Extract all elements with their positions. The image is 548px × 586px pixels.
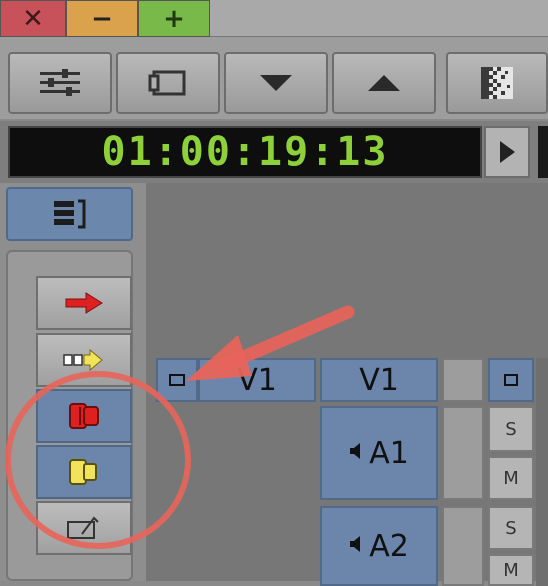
mute-button-a1[interactable]: M xyxy=(488,456,534,500)
yellow-segment-icon xyxy=(69,459,97,485)
minimize-window-button[interactable]: − xyxy=(66,0,138,37)
sliders-button[interactable] xyxy=(8,52,112,114)
solo-button-a2[interactable]: S xyxy=(488,506,534,550)
segment-frame-icon xyxy=(67,516,99,539)
record-track-a1[interactable]: A1 xyxy=(320,406,438,500)
close-window-button[interactable]: ✕ xyxy=(0,0,66,37)
monitor-icon xyxy=(169,374,185,386)
lock-column-v1[interactable] xyxy=(442,358,484,402)
source-monitor-toggle[interactable] xyxy=(156,358,198,402)
red-arrow-icon xyxy=(65,292,103,314)
mute-button-a2[interactable]: M xyxy=(488,554,534,586)
sliders-icon xyxy=(40,69,80,96)
source-track-v1[interactable]: V1 xyxy=(198,358,316,402)
bin-list-icon xyxy=(53,199,85,229)
timecode-display[interactable]: 01:00:19:13 xyxy=(8,126,482,178)
overwrite-tool-button[interactable] xyxy=(36,276,132,330)
panel-edge xyxy=(538,126,548,178)
timecode-menu-button[interactable] xyxy=(484,126,530,178)
overwrite-trim-button[interactable] xyxy=(36,389,132,443)
title-bar xyxy=(210,0,548,37)
triangle-down-icon xyxy=(260,75,292,91)
record-track-v1[interactable]: V1 xyxy=(320,358,438,402)
lift-extract-button[interactable] xyxy=(36,445,132,499)
track-label-a2: A2 xyxy=(369,528,409,564)
triangle-up-icon xyxy=(368,75,400,91)
monitor-icon xyxy=(504,374,518,386)
yellow-arrow-icon xyxy=(63,348,103,372)
fade-effect-button[interactable] xyxy=(446,52,548,114)
panel-edge-right xyxy=(536,358,548,586)
record-track-a2[interactable]: A2 xyxy=(320,506,438,586)
maximize-window-button[interactable]: + xyxy=(138,0,210,37)
record-monitor-toggle[interactable] xyxy=(488,358,534,402)
lock-column-a1[interactable] xyxy=(442,406,484,500)
splice-tool-button[interactable] xyxy=(36,333,132,387)
monitor-frame-icon xyxy=(148,70,186,96)
track-label-a1: A1 xyxy=(369,435,409,471)
step-up-button[interactable] xyxy=(332,52,436,114)
solo-button-a1[interactable]: S xyxy=(488,406,534,452)
speaker-icon xyxy=(349,534,363,559)
red-segment-icon xyxy=(69,403,99,429)
segment-mode-button[interactable] xyxy=(36,501,132,555)
monitor-frame-button[interactable] xyxy=(116,52,220,114)
lock-column-a2[interactable] xyxy=(442,506,484,586)
speaker-icon xyxy=(349,441,363,466)
step-down-button[interactable] xyxy=(224,52,328,114)
checker-fade-icon xyxy=(481,67,513,99)
toggle-source-record-button[interactable] xyxy=(6,187,133,241)
play-triangle-icon xyxy=(500,141,515,163)
